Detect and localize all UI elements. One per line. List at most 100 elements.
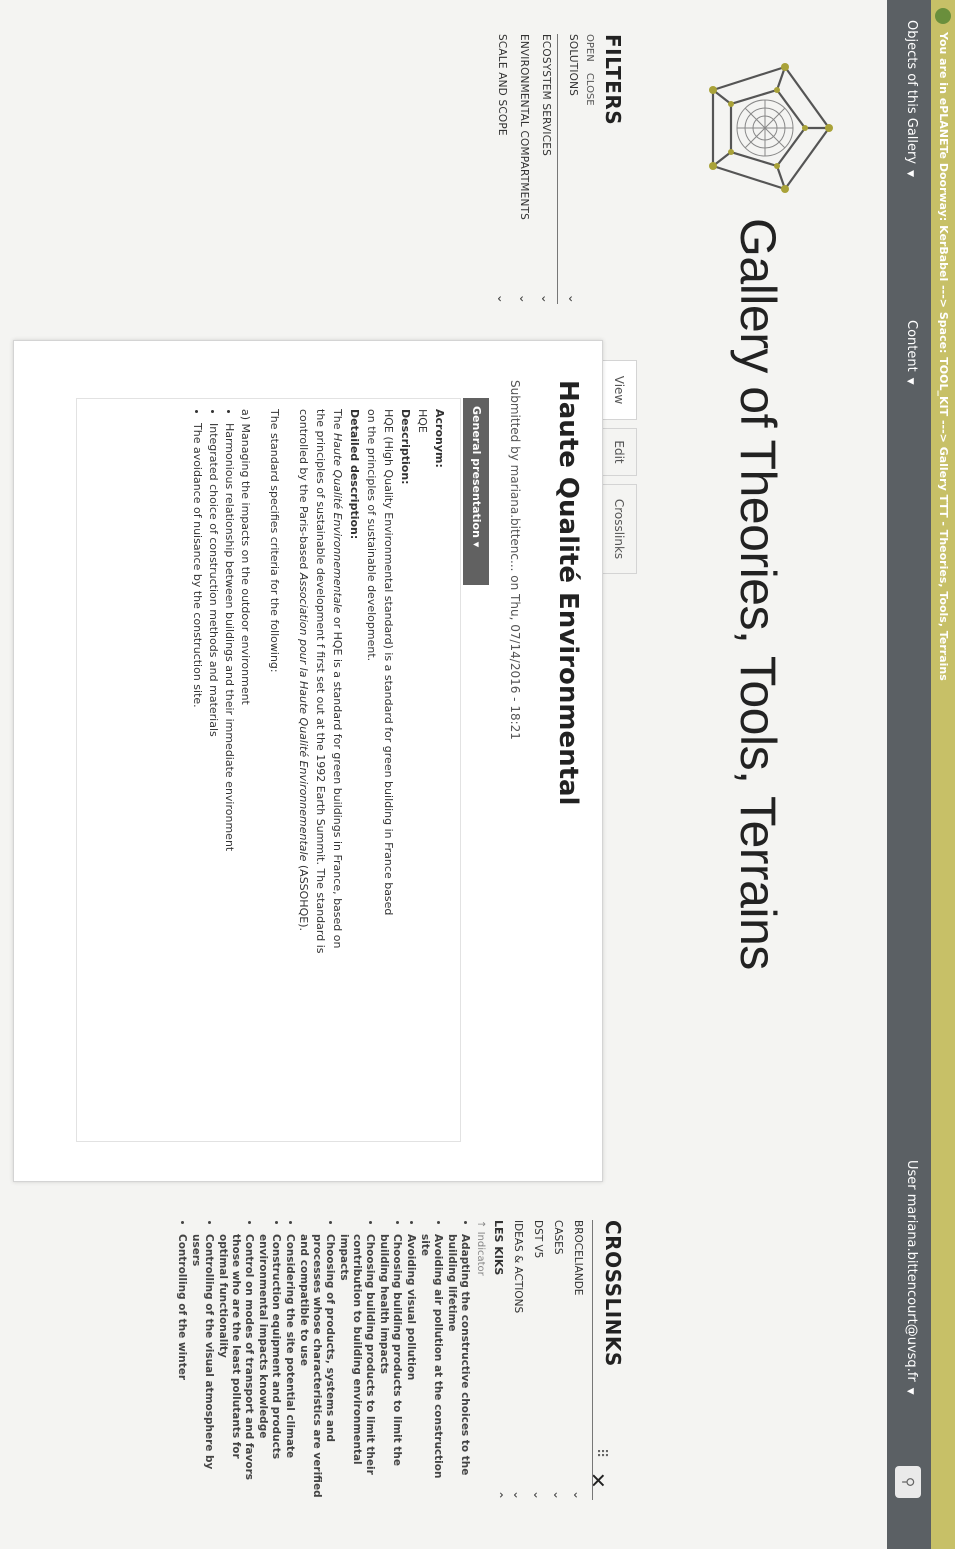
crosslink-les-kiks[interactable]: LES KIKS ⌃: [488, 1220, 508, 1500]
acronym-label: Acronym:: [433, 409, 446, 468]
chevron-down-icon: ⌄: [495, 293, 509, 304]
text-segment: or HQE is a standard for green buildings…: [331, 613, 344, 949]
list-item[interactable]: Choosing building products to limit the …: [377, 1234, 403, 1500]
filter-environmental-compartments[interactable]: ENVIRONMENTAL COMPARTMENTS ⌄: [513, 34, 535, 304]
description-line: on the principles of sustainable develop…: [365, 409, 378, 662]
chevron-down-icon: ⌄: [531, 1489, 545, 1500]
status-dot-icon: [935, 8, 951, 24]
caret-down-icon: ▼: [905, 1387, 915, 1395]
crosslink-dst-v5[interactable]: DST V5 ⌄: [528, 1220, 548, 1500]
kiks-list: Adapting the constructive choices to the…: [175, 1220, 471, 1500]
list-item[interactable]: Choosing of products, systems and proces…: [297, 1234, 336, 1500]
user-menu[interactable]: User mariana.bittencourt@uvsq.fr ▼: [904, 1160, 919, 1395]
chevron-up-icon: ⌃: [491, 1489, 505, 1500]
filter-label: SCALE AND SCOPE: [496, 34, 508, 136]
site-title: Gallery of Theories, Tools, Terrains: [730, 218, 786, 970]
list-item[interactable]: Avoiding visual pollution: [404, 1234, 417, 1500]
description-line: HQE (High Quality Environmental standard…: [382, 409, 395, 916]
text-segment: (ASSOHQE).: [297, 861, 310, 931]
sort-icon: ↑: [475, 1220, 486, 1232]
crosslink-cases[interactable]: CASES ⌄: [548, 1220, 568, 1500]
kiks-subtitle-label: Indicator: [475, 1231, 486, 1276]
list-item[interactable]: Construction equipment and products envi…: [256, 1234, 282, 1500]
menu-content[interactable]: Content ▼: [904, 320, 919, 385]
section-label: General presentation: [470, 406, 483, 538]
caret-down-icon: ▼: [905, 170, 915, 177]
submitted-info: Submitted by mariana.bittenc... on Thu, …: [508, 380, 522, 740]
tab-view[interactable]: View: [600, 360, 637, 420]
site-logo: [709, 63, 833, 193]
menu-objects[interactable]: Objects of this Gallery ▼: [904, 20, 919, 177]
crosslink-ideas-actions[interactable]: IDEAS & ACTIONS ⌄: [508, 1220, 528, 1500]
filter-label: SOLUTIONS: [567, 34, 579, 97]
detailed-description-line: controlled by the Paris-based Associatio…: [295, 409, 312, 1131]
list-item: The avoidance of nuisance by the constru…: [189, 423, 205, 1131]
filters-title: FILTERS: [601, 34, 625, 126]
text-segment-italic: Haute Qualité Environnementale: [331, 432, 344, 614]
filters-toggle-row: OPEN CLOSE: [584, 34, 595, 304]
crosslink-label: IDEAS & ACTIONS: [512, 1220, 524, 1314]
crosslink-label: DST V5: [532, 1220, 544, 1259]
caret-down-icon: ▼: [905, 377, 915, 385]
location-notice: You are in ePLANETe Doorway: KerBabel --…: [931, 0, 955, 1549]
general-presentation-body: Acronym: HQE Description: HQE (High Qual…: [76, 398, 461, 1142]
filters-open-link[interactable]: OPEN: [584, 34, 595, 62]
text-segment-italic: Association pour la Haute Qualité Enviro…: [297, 572, 310, 862]
notice-text: You are in ePLANETe Doorway: KerBabel --…: [937, 32, 950, 681]
divider: [557, 34, 558, 304]
search-icon: ⚲: [900, 1476, 916, 1488]
divider: [592, 1220, 593, 1500]
detailed-description-line: the principles of sustainable developmen…: [314, 409, 327, 954]
filters-close-link[interactable]: CLOSE: [584, 73, 595, 106]
filter-label: ECOSYSTEM SERVICES: [540, 34, 552, 156]
page: You are in ePLANETe Doorway: KerBabel --…: [0, 0, 955, 1549]
chevron-down-icon: ⌄: [566, 293, 580, 304]
kiks-subtitle: ↑ Indicator: [475, 1220, 486, 1500]
list-item[interactable]: Choosing building products to limit thei…: [337, 1234, 376, 1500]
filter-scale-and-scope[interactable]: SCALE AND SCOPE ⌄: [491, 34, 513, 304]
chevron-down-icon: ⌄: [539, 293, 553, 304]
kiks-title: LES KIKS: [492, 1220, 505, 1276]
text-segment: controlled by the Paris-based: [297, 409, 310, 573]
list-item[interactable]: Controlling of the visual atmosphere by …: [189, 1234, 215, 1500]
crosslink-label: CASES: [552, 1220, 564, 1255]
chevron-down-icon: ⌄: [511, 1489, 525, 1500]
chevron-down-icon: ⌄: [551, 1489, 565, 1500]
detailed-description-line: The Haute Qualité Environnementale or HQ…: [329, 409, 346, 1131]
tab-crosslinks[interactable]: Crosslinks: [601, 484, 637, 574]
list-item[interactable]: Considering the site potential climate: [283, 1234, 296, 1500]
caret-down-icon: ▾: [470, 541, 483, 548]
menu-content-label: Content: [904, 320, 919, 372]
list-item[interactable]: Control on modes of transport and favors…: [216, 1234, 255, 1500]
menu-row: Objects of this Gallery ▼ Content ▼ User m…: [891, 0, 927, 1549]
user-menu-label: User mariana.bittencourt@uvsq.fr: [904, 1160, 919, 1382]
acronym-value: HQE: [416, 409, 429, 433]
text-segment: The: [331, 409, 344, 433]
crosslinks-panel: CROSSLINKS BROCELIANDE ⌄ CASES ⌄ DST V5 …: [174, 1220, 625, 1500]
filter-ecosystem-services[interactable]: ECOSYSTEM SERVICES ⌄: [535, 34, 557, 304]
node-title: Haute Qualité Environmental: [553, 380, 583, 806]
criteria-list: Harmonious relationship between building…: [189, 409, 237, 1131]
list-item: Integrated choice of construction method…: [205, 423, 221, 1131]
list-item: Harmonious relationship between building…: [221, 423, 237, 1131]
crosslink-label: BROCELIANDE: [572, 1220, 584, 1296]
filter-label: ENVIRONMENTAL COMPARTMENTS: [518, 34, 530, 220]
filter-solutions[interactable]: SOLUTIONS ⌄: [562, 34, 584, 304]
search-button[interactable]: ⚲: [895, 1466, 921, 1498]
criteria-intro: The standard specifies criteria for the …: [268, 409, 281, 673]
menu-objects-label: Objects of this Gallery: [904, 20, 919, 165]
chevron-down-icon: ⌄: [571, 1489, 585, 1500]
top-toolbar: You are in ePLANETe Doorway: KerBabel --…: [887, 0, 955, 1549]
list-item[interactable]: Avoiding air pollution at the constructi…: [418, 1234, 444, 1500]
chevron-down-icon: ⌄: [517, 293, 531, 304]
general-presentation-toggle[interactable]: General presentation ▾: [463, 398, 489, 585]
detailed-description-label: Detailed description:: [348, 409, 361, 540]
criteria-section-a: a) Managing the impacts on the outdoor e…: [239, 409, 252, 705]
filters-panel: FILTERS OPEN CLOSE SOLUTIONS ⌄ ECOSYSTEM…: [491, 34, 625, 304]
crosslink-broceliande[interactable]: BROCELIANDE ⌄: [568, 1220, 588, 1500]
description-label: Description:: [399, 409, 412, 485]
list-item[interactable]: Controlling of the winter: [175, 1234, 188, 1500]
tab-edit[interactable]: Edit: [601, 428, 637, 476]
crosslinks-title: CROSSLINKS: [601, 1220, 625, 1367]
list-item[interactable]: Adapting the constructive choices to the…: [445, 1234, 471, 1500]
